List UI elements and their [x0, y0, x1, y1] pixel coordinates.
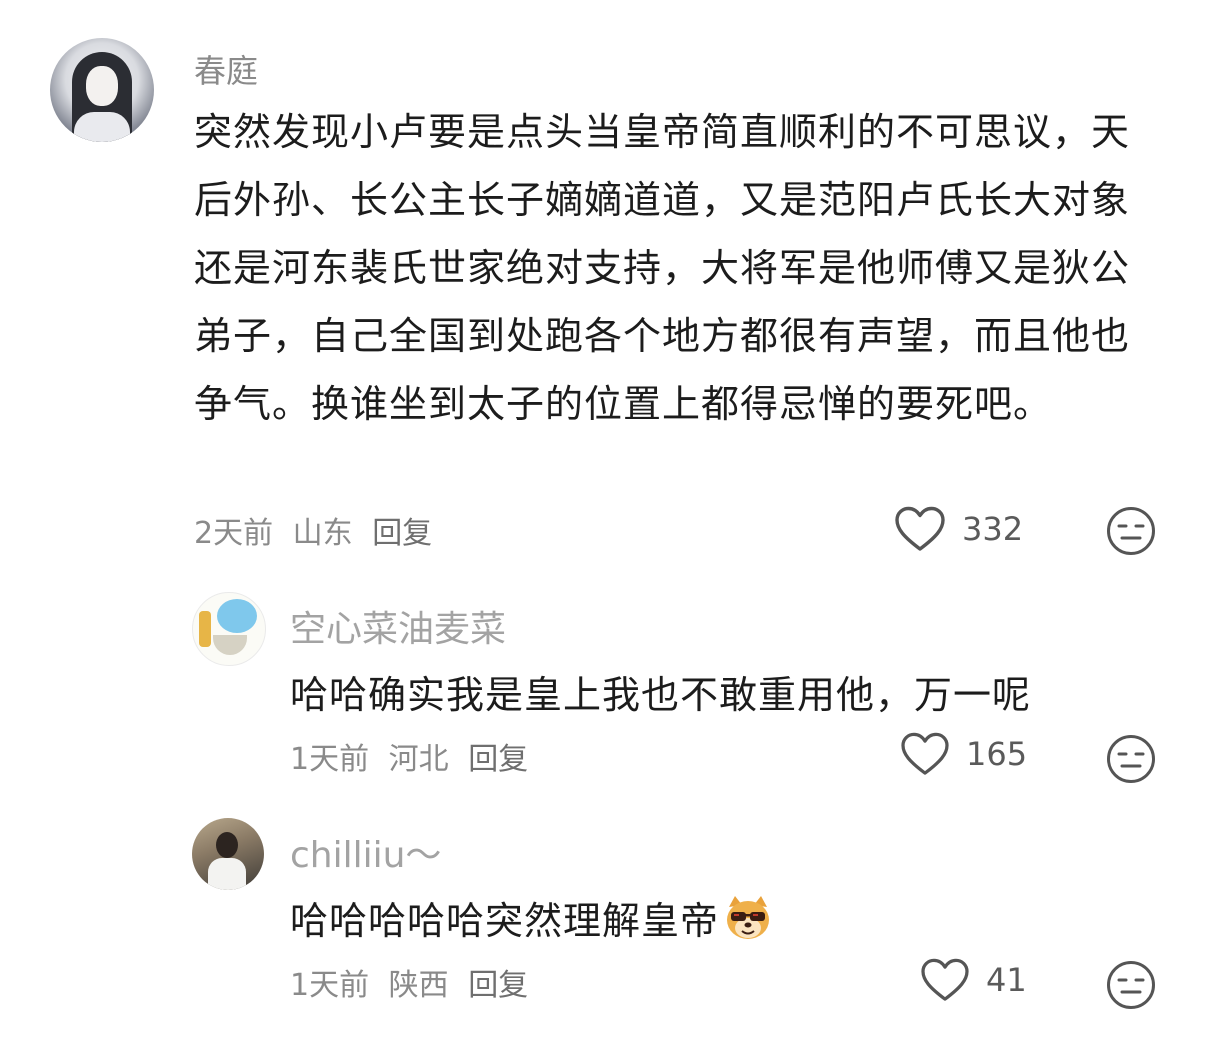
like-count: 41: [986, 961, 1027, 999]
like-button[interactable]: 332: [894, 506, 1023, 552]
dog-sunglasses-sticker-icon: [727, 895, 770, 939]
reaction-button[interactable]: [1106, 506, 1156, 556]
reply-username[interactable]: chilliiu～: [290, 826, 441, 878]
reply-meta: 1天前 陕西 回复: [290, 960, 538, 1004]
reaction-button[interactable]: [1106, 960, 1156, 1010]
reply-button[interactable]: 回复: [372, 516, 432, 551]
reply-text-content: 哈哈确实我是皇上我也不敢重用他，万一呢: [290, 673, 1032, 717]
heart-outline-icon: [921, 958, 969, 1001]
comment-username[interactable]: 春庭: [194, 46, 258, 92]
reply-text: 哈哈哈哈哈突然理解皇帝: [290, 890, 773, 945]
like-count: 165: [966, 735, 1028, 773]
reply-meta: 1天前 河北 回复: [290, 734, 538, 778]
reply-text: 哈哈确实我是皇上我也不敢重用他，万一呢: [290, 664, 1031, 719]
like-button[interactable]: 165: [900, 732, 1027, 776]
avatar[interactable]: [192, 818, 264, 890]
reply-button[interactable]: 回复: [468, 742, 528, 777]
expressionless-face-icon: [1107, 961, 1155, 1009]
reaction-button[interactable]: [1106, 734, 1156, 784]
like-count: 332: [962, 510, 1024, 548]
comment-location: 山东: [292, 516, 353, 551]
expressionless-face-icon: [1107, 507, 1155, 555]
reply-text-content: 哈哈哈哈哈突然理解皇帝: [290, 899, 720, 943]
reply-location: 陕西: [388, 968, 449, 1003]
reply-location: 河北: [388, 742, 449, 777]
heart-outline-icon: [895, 506, 945, 551]
avatar[interactable]: [50, 38, 154, 142]
reply-button[interactable]: 回复: [468, 968, 528, 1003]
comment-text: 突然发现小卢要是点头当皇帝简直顺利的不可思议，天后外孙、长公主长子嫡嫡道道，又是…: [194, 110, 1131, 426]
avatar[interactable]: [192, 592, 266, 666]
heart-outline-icon: [901, 732, 949, 775]
reply-time: 1天前: [290, 742, 370, 777]
comment-meta: 2天前 山东 回复: [194, 508, 442, 552]
expressionless-face-icon: [1107, 735, 1155, 783]
comment-time: 2天前: [194, 516, 274, 551]
reply-time: 1天前: [290, 968, 370, 1003]
reply-username[interactable]: 空心菜油麦菜: [290, 600, 506, 652]
like-button[interactable]: 41: [920, 958, 1027, 1002]
